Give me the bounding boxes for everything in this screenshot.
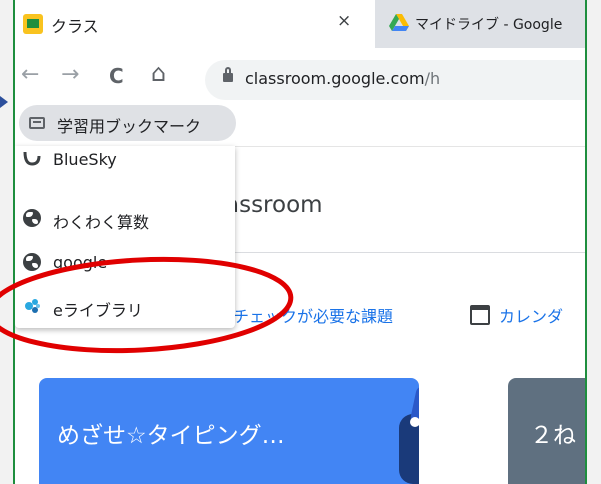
menu-item-label: google (53, 253, 108, 272)
browser-window: クラス × マイドライブ - Google ← → C ⌂ classroom.… (13, 0, 587, 484)
address-bar[interactable]: classroom.google.com/h (205, 60, 585, 100)
back-button[interactable]: ← (21, 62, 39, 87)
reload-button[interactable]: C (109, 64, 124, 88)
tab-drive[interactable]: マイドライブ - Google (383, 0, 585, 48)
menu-item-wakuwaku[interactable]: わくわく算数 (15, 197, 235, 241)
calendar-icon[interactable] (470, 305, 490, 325)
class-card-title[interactable]: めざせ☆タイピング… (57, 416, 285, 450)
home-button[interactable]: ⌂ (151, 59, 166, 87)
class-card[interactable]: ２ね (508, 378, 585, 484)
menu-item-google[interactable]: google (15, 241, 235, 285)
bookmark-folder-label: 学習用ブックマーク (57, 117, 202, 136)
menu-item-elibrary[interactable]: eライブラリ (15, 285, 235, 328)
tab-title: クラス (51, 17, 99, 36)
calendar-link[interactable]: カレンダ (499, 303, 563, 327)
bookmark-folder-menu: BlueSky わくわく算数 google eライブラリ (15, 146, 235, 328)
forward-button[interactable]: → (61, 62, 79, 87)
tab-classroom[interactable]: クラス × (15, 0, 375, 48)
check-tasks-link[interactable]: チェックが必要な課題 (233, 303, 393, 327)
bluesky-icon (23, 151, 41, 166)
page-title: assroom (225, 192, 323, 218)
gamepad-icon (399, 385, 419, 484)
globe-icon (23, 209, 41, 227)
elibrary-icon (25, 299, 40, 313)
class-card[interactable]: めざせ☆タイピング… (39, 378, 419, 484)
menu-item-bluesky[interactable]: BlueSky (15, 146, 235, 176)
folder-icon (29, 117, 45, 129)
url-host: classroom.google.com (245, 69, 425, 88)
google-drive-icon (389, 14, 409, 31)
url-path: /h (424, 69, 441, 88)
menu-item-label: わくわく算数 (53, 213, 150, 232)
lock-icon[interactable] (223, 67, 233, 82)
bookmark-folder-button[interactable]: 学習用ブックマーク (19, 105, 236, 141)
menu-item-label: eライブラリ (53, 301, 143, 320)
close-icon[interactable]: × (337, 11, 351, 31)
tab-strip: クラス × マイドライブ - Google (15, 0, 585, 48)
url-text: classroom.google.com/h (245, 69, 440, 88)
classroom-icon (23, 14, 43, 34)
menu-item-label: BlueSky (53, 150, 117, 169)
bookmarks-bar: 学習用ブックマーク (15, 100, 585, 147)
class-card-title[interactable]: ２ね (530, 416, 576, 450)
pointer-arrow-icon (0, 96, 8, 108)
tab-title: マイドライブ - Google (415, 17, 563, 33)
globe-icon (23, 253, 41, 271)
